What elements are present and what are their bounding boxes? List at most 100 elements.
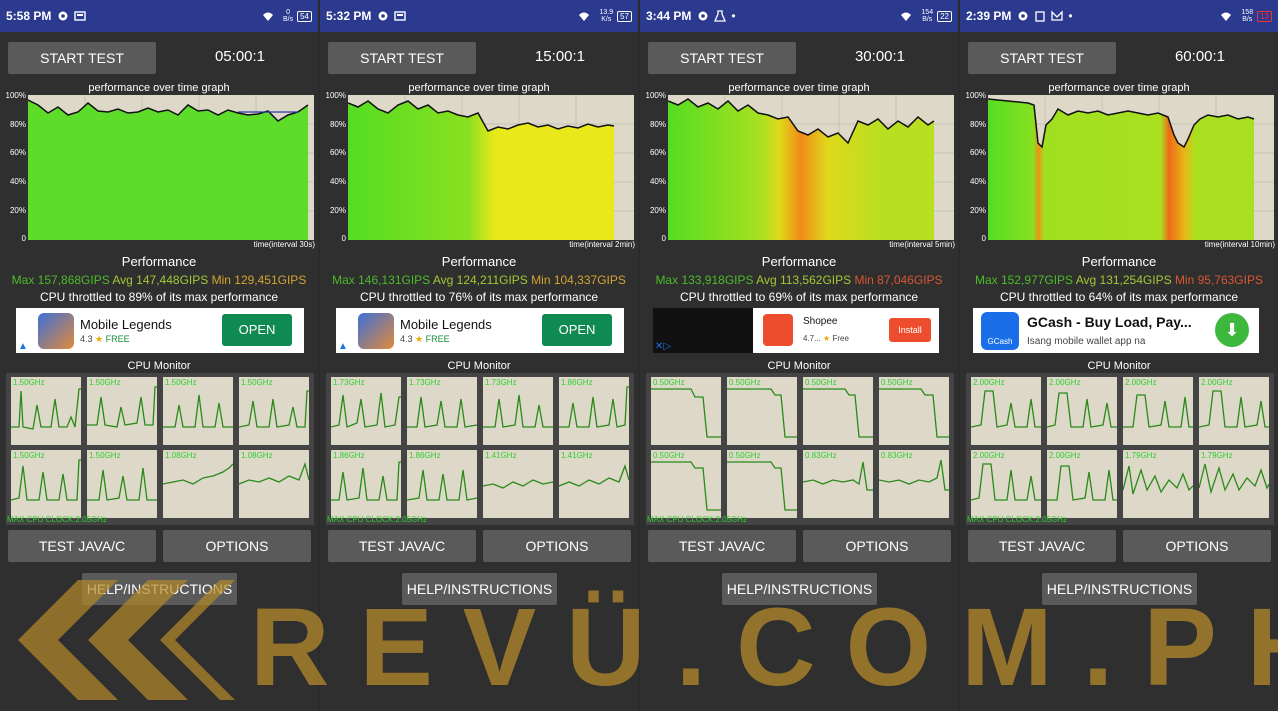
max-gips: Max 133,918GIPS bbox=[655, 273, 754, 287]
core-line bbox=[11, 388, 81, 430]
cpu-core-graph: 1.50GHz bbox=[10, 450, 81, 518]
y-label-80: 80% bbox=[969, 120, 986, 129]
cpu-core-graph: 1.08GHz bbox=[238, 450, 310, 518]
max-gips: Max 157,868GIPS bbox=[11, 273, 110, 287]
star-icon: ★ bbox=[823, 334, 831, 343]
core-line bbox=[727, 461, 797, 511]
core-clock: 1.08GHz bbox=[165, 451, 197, 460]
ad-open-button[interactable]: OPEN bbox=[222, 314, 292, 346]
y-label-40: 40% bbox=[649, 177, 666, 186]
download-icon[interactable]: ⬇ bbox=[1215, 313, 1249, 347]
network-speed: 158 B/s bbox=[1241, 9, 1253, 23]
core-line bbox=[1122, 465, 1194, 495]
cpu-core-graph: 1.79GHz bbox=[1198, 450, 1270, 518]
options-button[interactable]: OPTIONS bbox=[1123, 530, 1271, 562]
test-java-c-button[interactable]: TEST JAVA/C bbox=[648, 530, 796, 562]
help-instructions-button[interactable]: HELP/INSTRUCTIONS bbox=[1042, 573, 1197, 605]
ad-rating: 4.3 bbox=[80, 334, 93, 344]
adchoices-icon[interactable]: ▲ bbox=[18, 341, 28, 352]
cpu-core-graph: 2.00GHz bbox=[970, 450, 1041, 518]
ad-install-button[interactable]: Install bbox=[889, 318, 931, 342]
network-speed: 13.9 K/s bbox=[599, 9, 613, 23]
core-line bbox=[162, 463, 234, 485]
cpu-core-graph: 1.73GHz bbox=[330, 377, 401, 445]
core-line bbox=[970, 390, 1041, 428]
test-java-c-button[interactable]: TEST JAVA/C bbox=[968, 530, 1116, 562]
help-instructions-button[interactable]: HELP/INSTRUCTIONS bbox=[722, 573, 877, 605]
throttle-summary: CPU throttled to 76% of its max performa… bbox=[359, 290, 599, 304]
ad-open-button[interactable]: OPEN bbox=[542, 314, 612, 346]
test-java-c-button[interactable]: TEST JAVA/C bbox=[8, 530, 156, 562]
core-line bbox=[878, 459, 949, 491]
core-clock: 2.00GHz bbox=[1201, 378, 1233, 387]
performance-graph-svg bbox=[348, 95, 634, 240]
cpu-core-graph: 1.50GHz bbox=[87, 450, 157, 518]
performance-graph-svg bbox=[28, 95, 314, 240]
performance-stats: Max 146,131GIPS Avg 124,211GIPS Min 104,… bbox=[320, 273, 638, 287]
y-label-20: 20% bbox=[969, 206, 986, 215]
cpu-monitor-title: CPU Monitor bbox=[1087, 360, 1151, 372]
options-button[interactable]: OPTIONS bbox=[163, 530, 311, 562]
avg-gips: Avg 147,448GIPS bbox=[112, 273, 209, 287]
min-gips: Min 87,046GIPS bbox=[854, 273, 943, 287]
cpu-core-graph: 1.73GHz bbox=[407, 377, 478, 445]
cpu-core-graph: 1.50GHz bbox=[163, 377, 233, 445]
core-clock: 1.73GHz bbox=[485, 378, 517, 387]
ad-banner[interactable]: Shopee 4.7... ★ Free Install ✕▷ bbox=[653, 308, 939, 353]
core-clock: 1.73GHz bbox=[409, 378, 441, 387]
cpu-core-graph: 1.86GHz bbox=[406, 450, 478, 518]
start-test-button[interactable]: START TEST bbox=[328, 42, 476, 74]
settings-icon bbox=[58, 11, 68, 21]
core-clock: 2.00GHz bbox=[973, 378, 1005, 387]
start-test-button[interactable]: START TEST bbox=[648, 42, 796, 74]
adchoices-icon[interactable]: ✕▷ bbox=[655, 341, 671, 352]
y-label-0: 0 bbox=[341, 234, 346, 243]
clipboard-icon bbox=[1035, 11, 1046, 22]
battery-icon: 54 bbox=[297, 10, 312, 22]
core-clock: 1.86GHz bbox=[409, 451, 441, 460]
cpu-core-graph: 0.83GHz bbox=[802, 450, 873, 518]
graph-title: performance over time graph bbox=[408, 82, 550, 94]
cpu-core-graph: 2.00GHz bbox=[1198, 377, 1269, 445]
performance-graph bbox=[348, 95, 634, 240]
min-gips: Min 129,451GIPS bbox=[211, 273, 307, 287]
core-clock: 1.50GHz bbox=[13, 378, 45, 387]
options-button[interactable]: OPTIONS bbox=[483, 530, 631, 562]
speed-unit: K/s bbox=[601, 16, 612, 23]
performance-stats: Max 133,918GIPS Avg 113,562GIPS Min 87,0… bbox=[640, 273, 958, 287]
ad-banner[interactable]: Mobile Legends 4.3 ★ FREE OPEN ▲ bbox=[16, 308, 304, 353]
gallery-icon bbox=[74, 11, 87, 21]
help-instructions-button[interactable]: HELP/INSTRUCTIONS bbox=[402, 573, 557, 605]
y-label-80: 80% bbox=[329, 120, 346, 129]
speed-unit: B/s bbox=[922, 16, 933, 23]
core-line bbox=[727, 388, 797, 438]
ad-banner[interactable]: GCash GCash - Buy Load, Pay... Isang mob… bbox=[973, 308, 1259, 353]
max-gips: Max 152,977GIPS bbox=[975, 273, 1074, 287]
min-gips: Min 95,763GIPS bbox=[1174, 273, 1263, 287]
settings-icon bbox=[698, 11, 708, 21]
ad-app-name: Mobile Legends bbox=[400, 317, 492, 332]
gcash-app-icon: GCash bbox=[981, 312, 1019, 350]
y-label-60: 60% bbox=[649, 148, 666, 157]
core-line bbox=[483, 394, 553, 428]
cpu-monitor-title: CPU Monitor bbox=[447, 360, 511, 372]
core-line bbox=[558, 463, 630, 487]
core-line bbox=[802, 461, 873, 491]
status-bar: 5:58 PM 0 B/s 54 bbox=[0, 0, 318, 32]
core-clock: 1.73GHz bbox=[333, 378, 365, 387]
core-clock: 2.00GHz bbox=[1049, 378, 1081, 387]
ad-app-name: Mobile Legends bbox=[80, 317, 172, 332]
start-test-button[interactable]: START TEST bbox=[8, 42, 156, 74]
cpu-core-graph: 0.50GHz bbox=[727, 377, 797, 445]
help-instructions-button[interactable]: HELP/INSTRUCTIONS bbox=[82, 573, 237, 605]
adchoices-icon[interactable]: ▲ bbox=[338, 341, 348, 352]
max-cpu-clock: MAX CPU CLOCK:2.05GHz bbox=[327, 515, 428, 524]
core-clock: 1.50GHz bbox=[241, 378, 273, 387]
speed-value: 13.9 bbox=[599, 9, 614, 16]
start-test-button[interactable]: START TEST bbox=[968, 42, 1116, 74]
mobile-legends-app-icon bbox=[358, 313, 394, 349]
ad-banner[interactable]: Mobile Legends 4.3 ★ FREE OPEN ▲ bbox=[336, 308, 624, 353]
test-java-c-button[interactable]: TEST JAVA/C bbox=[328, 530, 476, 562]
core-clock: 1.08GHz bbox=[241, 451, 273, 460]
options-button[interactable]: OPTIONS bbox=[803, 530, 951, 562]
